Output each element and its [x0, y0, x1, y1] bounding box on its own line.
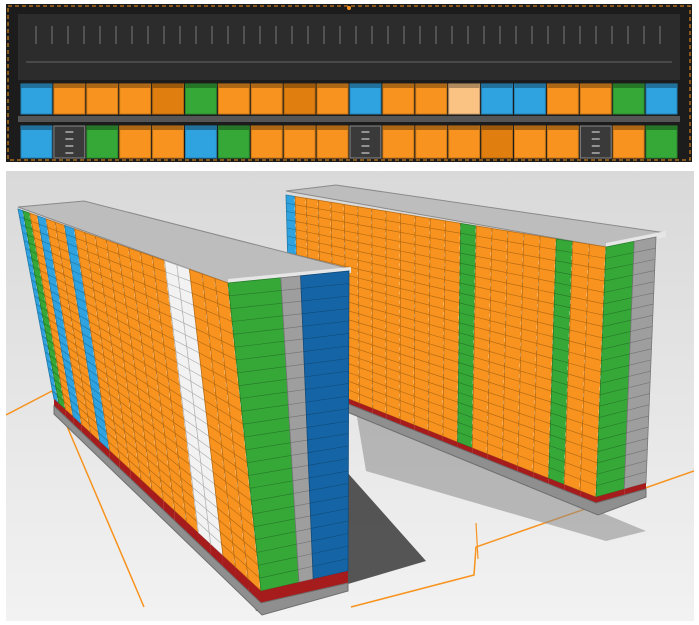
bay-edge — [547, 84, 579, 88]
plan-bottom-bay — [283, 125, 316, 159]
plan-top-bay — [283, 83, 316, 115]
rack-face-column — [428, 217, 446, 437]
plan-bottom-bay — [250, 125, 283, 159]
bay-edge — [646, 126, 677, 130]
rack-face-column — [413, 215, 431, 432]
bay-edge — [53, 84, 85, 88]
plan-bottom-bay — [612, 125, 645, 159]
bay-edge — [119, 84, 151, 88]
bay-edge — [646, 84, 677, 88]
bay-edge — [152, 84, 184, 88]
plan-top-bay — [53, 83, 86, 115]
plan-top-bay — [152, 83, 185, 115]
bay-edge — [86, 126, 118, 130]
plan-bottom-bay — [415, 125, 448, 159]
plan-bottom-bay — [119, 125, 152, 159]
plan-top-bay — [612, 83, 645, 115]
bay-edge — [514, 84, 546, 88]
bay-edge — [185, 126, 217, 130]
parking-area — [18, 14, 680, 80]
plan-top-bay — [316, 83, 349, 115]
bay-edge — [448, 126, 480, 130]
bay-edge — [251, 126, 283, 130]
bay-edge — [317, 84, 348, 88]
aisle — [18, 116, 680, 122]
render-3d-view — [6, 171, 694, 621]
bay-edge — [415, 84, 447, 88]
rack-face-column — [385, 210, 401, 420]
bay-edge — [415, 126, 447, 130]
plan-top-bay — [448, 83, 481, 115]
plan-bottom-bay — [546, 125, 579, 159]
plan-top-bay — [217, 83, 250, 115]
plan-bottom-bay — [20, 125, 53, 159]
plan-bottom-bay — [152, 125, 185, 159]
floor-plan-view — [6, 4, 692, 162]
bay-edge — [350, 84, 381, 88]
plan-top-bay — [86, 83, 119, 115]
plan-top-bay — [415, 83, 448, 115]
bay-edge — [613, 126, 645, 130]
bay-edge — [21, 126, 52, 130]
bay-edge — [317, 126, 348, 130]
bay-edge — [481, 126, 513, 130]
plan-top-bay — [119, 83, 152, 115]
floor-plan-drawing — [6, 4, 692, 162]
plan-top-bay — [20, 83, 53, 115]
bay-edge — [448, 84, 480, 88]
bay-edge — [481, 84, 513, 88]
bay-edge — [284, 84, 316, 88]
rack-face-column — [399, 213, 416, 426]
plan-top-bay — [579, 83, 612, 115]
plan-top-bay — [481, 83, 514, 115]
plan-bottom-bay — [382, 125, 415, 159]
plan-top-bay — [382, 83, 415, 115]
plan-bottom-bay — [316, 125, 349, 159]
bay-edge — [382, 84, 414, 88]
bay-edge — [382, 126, 414, 130]
plan-bottom-bay — [86, 125, 119, 159]
bay-edge — [251, 84, 283, 88]
plan-marker — [347, 6, 351, 10]
plan-top-bay — [645, 83, 678, 115]
rack-face-column — [357, 206, 374, 410]
plan-bottom-bay — [448, 125, 481, 159]
plan-top-bay — [250, 83, 283, 115]
bay-edge — [185, 84, 217, 88]
plan-bottom-bay — [217, 125, 250, 159]
plan-top-bay — [546, 83, 579, 115]
plan-top-bay — [185, 83, 217, 115]
plan-top-bay — [349, 83, 382, 115]
bay-edge — [218, 126, 250, 130]
bay-edge — [547, 126, 579, 130]
bay-edge — [613, 84, 645, 88]
plan-bottom-bay — [645, 125, 678, 159]
bay-edge — [119, 126, 151, 130]
bay-edge — [284, 126, 316, 130]
rack-3d-render — [6, 171, 694, 621]
plan-bottom-bay — [514, 125, 546, 159]
bay-edge — [152, 126, 184, 130]
bay-edge — [21, 84, 52, 88]
bay-edge — [218, 84, 250, 88]
bay-edge — [86, 84, 118, 88]
rack-face-column — [371, 208, 387, 415]
bay-edge — [514, 126, 546, 130]
bay-edge — [580, 84, 612, 88]
plan-bottom-bay — [481, 125, 514, 159]
plan-bottom-bay — [185, 125, 217, 159]
plan-top-bay — [514, 83, 546, 115]
